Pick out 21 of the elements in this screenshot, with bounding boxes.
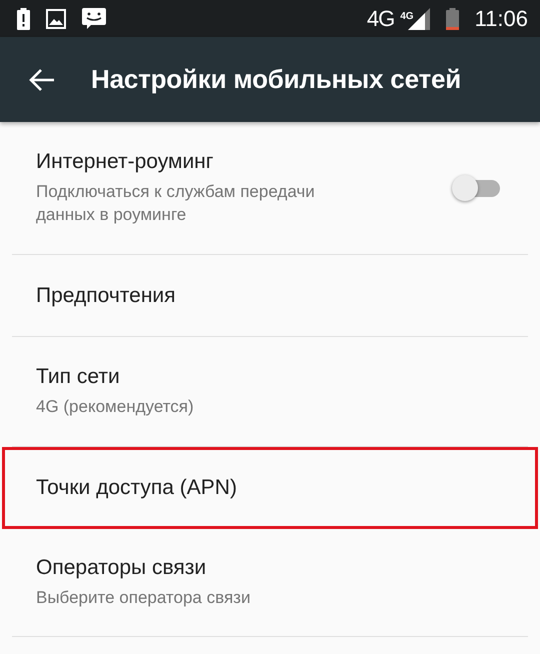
screen-title: Настройки мобильных сетей [91, 64, 462, 95]
setting-summary: Подключаться к службам передачи данных в роуминге [36, 181, 316, 226]
setting-item[interactable]: Операторы связи Выберите оператора связи [12, 529, 528, 637]
clock: 11:06 [474, 6, 528, 32]
battery-icon [446, 8, 459, 30]
setting-item[interactable]: Тип сети 4G (рекомендуется) [12, 337, 528, 447]
setting-title: Предпочтения [36, 284, 177, 308]
network-type: 4G [366, 6, 394, 30]
setting-item[interactable]: Интернет-роуминг Подключаться к службам передачи данных в роуминге [12, 122, 528, 255]
image-icon [46, 8, 66, 28]
setting-summary: Выберите оператора связи [36, 587, 252, 609]
setting-title: Тип сети [36, 365, 121, 389]
highlighted-setting-item[interactable]: Точки доступа (APN) [2, 447, 538, 529]
setting-title: Интернет-роуминг [36, 150, 214, 174]
battery-alert-icon [17, 8, 30, 30]
message-icon [82, 8, 106, 30]
setting-item[interactable]: Предпочтения [12, 255, 528, 337]
setting-summary: 4G (рекомендуется) [36, 396, 195, 418]
setting-title: Точки доступа (APN) [36, 476, 238, 500]
network-superscript-label: 4G [400, 10, 414, 22]
setting-title: Операторы связи [36, 556, 208, 580]
